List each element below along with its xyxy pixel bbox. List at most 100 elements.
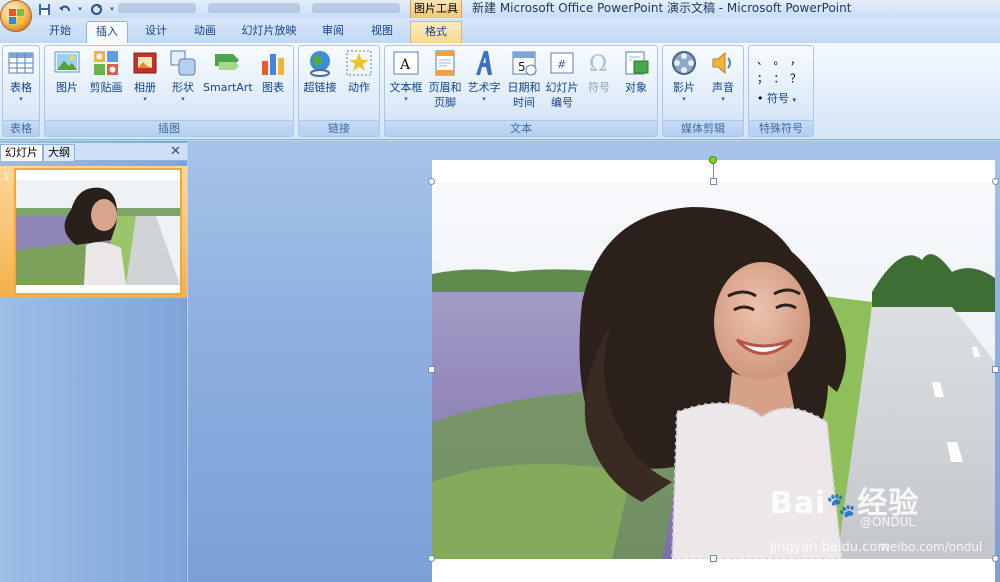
slide-number-label-2: 编号 — [551, 96, 573, 109]
group-label-illustrations: 插图 — [45, 120, 293, 136]
chevron-down-icon: ▾ — [181, 95, 185, 103]
undo-icon[interactable] — [56, 2, 72, 16]
close-icon[interactable]: ✕ — [170, 144, 181, 159]
redo-icon[interactable] — [88, 2, 104, 16]
symbol-button[interactable]: Ω 符号 — [581, 49, 617, 95]
special-symbol-button[interactable]: • 符号 ▾ — [757, 90, 796, 106]
object-label: 对象 — [625, 81, 647, 94]
action-button[interactable]: 动作 — [341, 49, 377, 95]
textbox-button[interactable]: A 文本框 ▾ — [387, 49, 425, 103]
datetime-label-1: 日期和 — [507, 81, 541, 94]
picture-icon — [53, 49, 81, 77]
photo-credit-url: weibo.com/ondul — [880, 540, 983, 554]
rotation-handle[interactable] — [709, 156, 717, 164]
tab-view[interactable]: 视图 — [360, 21, 404, 43]
resize-handle-bottom-left[interactable] — [428, 555, 435, 562]
tab-outline[interactable]: 大纲 — [43, 144, 75, 161]
resize-handle-top-left[interactable] — [428, 178, 435, 185]
picture-tools-label: 图片工具 — [410, 0, 462, 18]
special-symbols-row-2[interactable]: ； ： ？ — [757, 70, 802, 86]
tab-design[interactable]: 设计 — [134, 21, 178, 43]
svg-text:A: A — [399, 57, 411, 73]
movie-button[interactable]: 影片 ▾ — [665, 49, 703, 103]
slide-number-button[interactable]: # 幻灯片 编号 — [543, 49, 581, 110]
group-label-media: 媒体剪辑 — [663, 120, 743, 136]
save-icon[interactable] — [36, 2, 52, 16]
svg-text:#: # — [557, 58, 566, 71]
resize-handle-bottom[interactable] — [710, 555, 717, 562]
special-symbol-label: 符号 — [767, 92, 789, 105]
tab-animation[interactable]: 动画 — [183, 21, 227, 43]
sound-label: 声音 — [712, 81, 734, 94]
wordart-icon — [470, 49, 498, 77]
object-button[interactable]: 对象 — [617, 49, 655, 95]
group-label-tables: 表格 — [3, 120, 39, 136]
customize-qat-icon[interactable]: ▾ — [108, 2, 116, 16]
clipart-icon — [92, 49, 120, 77]
header-footer-icon — [431, 49, 459, 77]
pane-tabs: 幻灯片 大纲 ✕ — [0, 143, 187, 161]
window-title: 新建 Microsoft Office PowerPoint 演示文稿 - Mi… — [472, 1, 852, 15]
textbox-label: 文本框 — [389, 81, 423, 94]
photo-album-button[interactable]: 相册 ▾ — [127, 49, 163, 103]
table-label: 表格 — [10, 81, 32, 94]
slide-number-icon: # — [548, 49, 576, 77]
slide-thumbnail[interactable] — [14, 168, 182, 295]
smartart-icon — [213, 49, 241, 77]
wordart-label: 艺术字 — [467, 81, 501, 94]
tab-review[interactable]: 审阅 — [311, 21, 355, 43]
photo-album-label: 相册 — [134, 81, 156, 94]
sound-button[interactable]: 声音 ▾ — [705, 49, 741, 103]
special-symbols-row-1[interactable]: 、 。 ， — [757, 52, 802, 68]
symbol-label: 符号 — [588, 81, 610, 94]
picture-button[interactable]: 图片 — [49, 49, 85, 95]
header-footer-button[interactable]: 页眉和 页脚 — [425, 49, 465, 110]
smartart-button[interactable]: SmartArt — [203, 49, 253, 95]
resize-handle-left[interactable] — [428, 366, 435, 373]
tab-slideshow[interactable]: 幻灯片放映 — [233, 21, 305, 43]
tab-slides[interactable]: 幻灯片 — [0, 144, 43, 161]
chevron-down-icon: ▾ — [19, 95, 23, 103]
dropdown-icon[interactable]: ▾ — [76, 2, 84, 16]
action-label: 动作 — [348, 81, 370, 94]
ribbon-tab-row: 开始 插入 设计 动画 幻灯片放映 审阅 视图 格式 — [0, 18, 1000, 43]
clipart-button[interactable]: 剪贴画 — [87, 49, 125, 95]
slide-number: 1 — [3, 172, 10, 183]
tab-insert[interactable]: 插入 — [86, 21, 128, 43]
slide-number-label-1: 幻灯片 — [545, 81, 579, 94]
office-button[interactable] — [0, 0, 32, 32]
header-footer-label-1: 页眉和 — [428, 81, 462, 94]
textbox-icon: A — [392, 49, 420, 77]
chart-label: 图表 — [262, 81, 284, 94]
photo-album-icon — [131, 49, 159, 77]
resize-handle-right[interactable] — [992, 366, 999, 373]
chevron-down-icon: ▾ — [682, 95, 686, 103]
chevron-down-icon: ▾ — [143, 95, 147, 103]
datetime-label-2: 时间 — [513, 96, 535, 109]
tab-home[interactable]: 开始 — [38, 21, 82, 43]
wordart-button[interactable]: 艺术字 ▾ — [465, 49, 503, 103]
group-text: A 文本框 ▾ 页眉和 页脚 艺术字 ▾ 5 日期和 时间 # 幻灯片 编号 Ω… — [384, 45, 658, 137]
group-links: 超链接 动作 链接 — [298, 45, 380, 137]
speaker-icon — [709, 49, 737, 77]
header-footer-label-2: 页脚 — [434, 96, 456, 109]
table-icon — [7, 49, 35, 77]
action-star-icon — [345, 49, 373, 77]
resize-handle-top-right[interactable] — [992, 178, 999, 185]
datetime-button[interactable]: 5 日期和 时间 — [505, 49, 543, 110]
chevron-down-icon: ▾ — [792, 96, 797, 104]
group-illustrations: 图片 剪贴画 相册 ▾ 形状 ▾ SmartArt 图表 插图 — [44, 45, 294, 137]
blurred-window-tabs — [118, 3, 408, 15]
watermark-brand: Bai — [770, 486, 827, 521]
group-media: 影片 ▾ 声音 ▾ 媒体剪辑 — [662, 45, 744, 137]
hyperlink-button[interactable]: 超链接 — [301, 49, 339, 95]
table-button[interactable]: 表格 ▾ — [5, 49, 37, 103]
resize-handle-bottom-right[interactable] — [992, 555, 999, 562]
chart-button[interactable]: 图表 — [255, 49, 291, 95]
shapes-button[interactable]: 形状 ▾ — [165, 49, 201, 103]
chevron-down-icon: ▾ — [404, 95, 408, 103]
chart-icon — [259, 49, 287, 77]
resize-handle-top[interactable] — [710, 178, 717, 185]
calendar-icon: 5 — [510, 49, 538, 77]
tab-format[interactable]: 格式 — [410, 21, 462, 43]
